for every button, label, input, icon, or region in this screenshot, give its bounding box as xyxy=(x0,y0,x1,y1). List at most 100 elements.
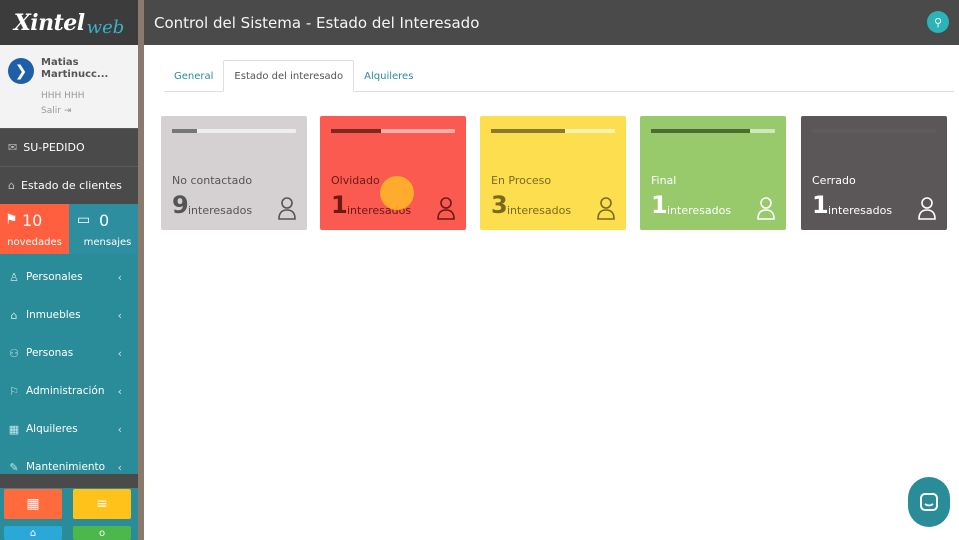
novedades-label: novedades xyxy=(7,237,62,248)
quick-tiles: ▦ ≡ ⌂ o xyxy=(0,488,138,540)
calendar-icon: ▦ xyxy=(26,496,40,512)
status-card-en-proceso[interactable]: En Proceso 3 interesados xyxy=(480,116,626,230)
tab-general[interactable]: General xyxy=(164,60,223,92)
logo-brand: Xintel xyxy=(13,9,85,36)
person-icon xyxy=(278,197,296,220)
user-profile: ❯ Matias Martinucc... HHH HHH Salir ⇥ xyxy=(0,45,138,128)
status-count: 1 xyxy=(331,191,348,219)
progress-bar xyxy=(172,129,296,133)
pin-icon: o xyxy=(98,527,106,539)
progress-bar xyxy=(651,129,775,133)
status-name: Cerrado xyxy=(812,174,856,187)
chat-icon: ▭ xyxy=(77,212,91,228)
sidebar-item-inmuebles[interactable]: ⌂ Inmuebles ‹ xyxy=(0,296,138,334)
flag-icon: ⚐ xyxy=(9,384,19,398)
mensajes-count: 0 xyxy=(99,211,110,230)
sidebar-item-administracion[interactable]: ⚐ Administración ‹ xyxy=(0,372,138,410)
page-title: Control del Sistema - Estado del Interes… xyxy=(154,13,480,32)
chevron-left-icon: ‹ xyxy=(117,422,122,436)
list-tile[interactable]: ≡ xyxy=(73,489,131,519)
progress-fill xyxy=(491,129,566,133)
person-icon xyxy=(597,197,615,220)
tabs: General Estado del interesado Alquileres xyxy=(164,60,954,92)
megaphone-icon: ⚑ xyxy=(5,212,18,228)
person-icon: ♙ xyxy=(9,270,19,284)
progress-bar xyxy=(331,129,455,133)
logo[interactable]: Xintel web xyxy=(0,0,138,45)
status-name: En Proceso xyxy=(491,174,552,187)
chevron-left-icon: ‹ xyxy=(117,346,122,360)
avatar[interactable]: ❯ xyxy=(8,58,34,84)
status-card-cerrado[interactable]: Cerrado 1 interesados xyxy=(801,116,947,230)
menu-label: SU-PEDIDO xyxy=(23,141,85,154)
logo-sub: web xyxy=(86,17,125,38)
menu-item-su-pedido[interactable]: ✉ SU-PEDIDO xyxy=(0,128,138,166)
status-name: No contactado xyxy=(172,174,253,187)
status-unit: interesados xyxy=(667,204,732,217)
logout-label: Salir xyxy=(41,106,61,116)
calendar-icon: ▦ xyxy=(8,422,20,436)
novedades-count: 10 xyxy=(22,211,43,230)
top-header: Control del Sistema - Estado del Interes… xyxy=(144,0,959,45)
sidebar-item-alquileres[interactable]: ▦ Alquileres ‹ xyxy=(0,410,138,448)
pin-tile[interactable]: o xyxy=(73,526,131,540)
progress-bar xyxy=(491,129,615,133)
status-count: 1 xyxy=(651,191,668,219)
status-count: 9 xyxy=(172,191,189,219)
menu-item-estado-clientes[interactable]: ⌂ Estado de clientes xyxy=(0,166,138,204)
progress-fill xyxy=(812,129,936,133)
user-name: Matias Martinucc... xyxy=(41,57,109,80)
progress-fill xyxy=(651,129,751,133)
tab-alquileres[interactable]: Alquileres xyxy=(354,60,423,92)
sidebar-nav: ♙ Personales ‹ ⌂ Inmuebles ‹ ⚇ Personas … xyxy=(0,254,138,474)
chevron-left-icon: ‹ xyxy=(117,270,122,284)
sidebar-item-label: Administración xyxy=(26,385,105,397)
status-unit: interesados xyxy=(507,204,572,217)
search-button[interactable]: ⚲ xyxy=(927,11,949,33)
person-icon xyxy=(918,197,936,220)
status-name: Olvidado xyxy=(331,174,380,187)
search-icon: ⚲ xyxy=(933,15,943,29)
progress-bar xyxy=(812,129,936,133)
home-icon: ⌂ xyxy=(29,527,37,539)
tab-estado-interesado[interactable]: Estado del interesado xyxy=(223,60,355,92)
home-tile[interactable]: ⌂ xyxy=(4,526,62,540)
sidebar-item-label: Alquileres xyxy=(26,423,78,435)
sidebar-divider xyxy=(138,0,144,540)
sidebar-item-label: Personales xyxy=(26,271,83,283)
status-name: Final xyxy=(651,174,677,187)
novedades-button[interactable]: ⚑ 10 novedades xyxy=(0,204,69,254)
status-unit: interesados xyxy=(188,204,253,217)
wrench-icon: ✎ xyxy=(9,460,19,474)
app: Xintel web ❯ Matias Martinucc... HHH HHH… xyxy=(0,0,959,540)
sidebar-item-label: Inmuebles xyxy=(26,309,81,321)
user-tags: HHH HHH xyxy=(41,91,85,101)
chat-button[interactable] xyxy=(908,477,950,527)
click-highlight xyxy=(380,176,414,210)
home-icon: ⌂ xyxy=(10,308,18,322)
progress-fill xyxy=(172,129,197,133)
mensajes-label: mensajes xyxy=(83,237,132,248)
mensajes-button[interactable]: ▭ 0 mensajes xyxy=(69,204,138,254)
people-icon: ⚇ xyxy=(9,346,19,360)
calendar-tile[interactable]: ▦ xyxy=(4,489,62,519)
progress-fill xyxy=(331,129,381,133)
sidebar-item-personales[interactable]: ♙ Personales ‹ xyxy=(0,258,138,296)
status-card-no-contactado[interactable]: No contactado 9 interesados xyxy=(161,116,307,230)
status-unit: interesados xyxy=(828,204,893,217)
status-count: 1 xyxy=(812,191,829,219)
tag-icon: ⌂ xyxy=(8,179,15,192)
menu-label: Estado de clientes xyxy=(20,179,122,192)
sidebar-item-personas[interactable]: ⚇ Personas ‹ xyxy=(0,334,138,372)
chevron-left-icon: ‹ xyxy=(117,384,122,398)
logout-icon: ⇥ xyxy=(63,106,72,116)
sidebar-item-label: Mantenimiento xyxy=(26,461,106,473)
logout-link[interactable]: Salir ⇥ xyxy=(41,106,71,116)
person-icon xyxy=(437,197,455,220)
sidebar-item-mantenimiento[interactable]: ✎ Mantenimiento ‹ xyxy=(0,448,138,486)
status-card-olvidado[interactable]: Olvidado 1 interesados xyxy=(320,116,466,230)
status-card-final[interactable]: Final 1 interesados xyxy=(640,116,786,230)
megaphone-icon: ✉ xyxy=(8,141,18,154)
person-icon xyxy=(757,197,775,220)
chevron-left-icon: ‹ xyxy=(117,308,122,322)
